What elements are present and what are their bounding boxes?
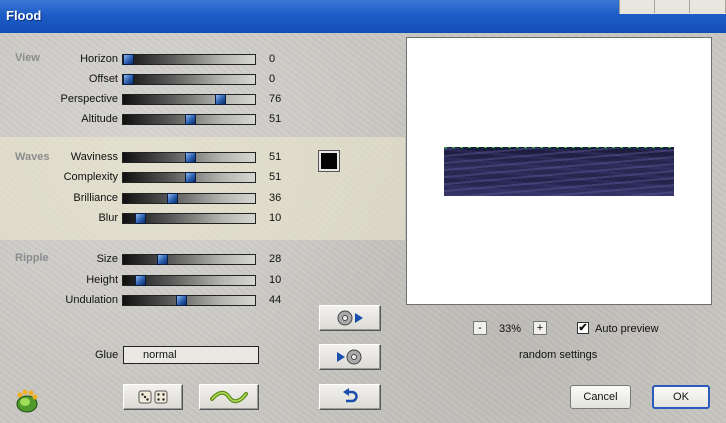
slider-row-perspective: Perspective 76 [0, 90, 400, 108]
random-settings-label: random settings [519, 349, 598, 361]
slider-track-undulation[interactable] [122, 295, 256, 306]
window-title: Flood [6, 8, 42, 23]
slider-track-horizon[interactable] [122, 54, 256, 65]
slider-label: Horizon [80, 53, 118, 65]
slider-thumb[interactable] [215, 94, 226, 105]
zoom-level: 33% [499, 323, 522, 335]
slider-label: Perspective [60, 93, 118, 105]
preview-forward-button[interactable] [319, 305, 381, 331]
slider-value: 51 [269, 113, 282, 125]
dice-icon [138, 390, 168, 404]
slider-track-size[interactable] [122, 254, 256, 265]
slider-track-height[interactable] [122, 275, 256, 286]
slider-track-complexity[interactable] [122, 172, 256, 183]
slider-row-size: Size 28 [0, 250, 400, 268]
auto-preview-checkbox[interactable]: ✔ [577, 322, 589, 334]
auto-preview-label: Auto preview [595, 323, 659, 335]
zoom-out-button[interactable]: - [473, 321, 487, 335]
slider-thumb[interactable] [185, 114, 196, 125]
slider-thumb[interactable] [185, 152, 196, 163]
wave-preset-button[interactable] [199, 384, 259, 410]
reset-button[interactable] [319, 384, 381, 410]
slider-thumb[interactable] [123, 74, 134, 85]
slider-label: Offset [88, 73, 118, 85]
undo-arrow-icon [343, 388, 358, 403]
glue-label: Glue [95, 349, 119, 361]
dialog-body: View Waves Ripple Horizon 0 Offset 0 Perspec… [0, 33, 726, 423]
slider-value: 36 [269, 192, 282, 204]
preview-pane [406, 37, 712, 305]
slider-row-horizon: Horizon 0 [0, 50, 400, 68]
preview-water-image [444, 148, 674, 196]
slider-value: 51 [269, 151, 282, 163]
slider-value: 0 [269, 53, 276, 65]
slider-track-blur[interactable] [122, 213, 256, 224]
background-window-strip [619, 0, 726, 14]
slider-track-offset[interactable] [122, 74, 256, 85]
slider-track-perspective[interactable] [122, 94, 256, 105]
slider-row-complexity: Complexity 51 [0, 168, 400, 186]
randomize-button[interactable] [123, 384, 183, 410]
slider-label: Altitude [81, 113, 118, 125]
cancel-button[interactable]: Cancel [570, 385, 631, 409]
slider-row-offset: Offset 0 [0, 70, 400, 88]
play-back-icon [337, 349, 362, 365]
slider-thumb[interactable] [185, 172, 196, 183]
ok-button[interactable]: OK [652, 385, 710, 409]
slider-thumb[interactable] [135, 213, 146, 224]
flood-logo-icon [14, 388, 40, 414]
glue-select[interactable]: normal [123, 346, 259, 364]
slider-row-height: Height 10 [0, 271, 400, 289]
glue-value: normal [143, 349, 177, 361]
preview-back-button[interactable] [319, 344, 381, 370]
color-swatch[interactable] [318, 150, 340, 172]
slider-track-altitude[interactable] [122, 114, 256, 125]
wave-icon [210, 390, 248, 404]
slider-label: Complexity [63, 171, 118, 183]
slider-row-brilliance: Brilliance 36 [0, 189, 400, 207]
slider-row-altitude: Altitude 51 [0, 110, 400, 128]
slider-thumb[interactable] [157, 254, 168, 265]
slider-value: 0 [269, 73, 276, 85]
title-bar: Flood [0, 0, 726, 33]
slider-row-waviness: Waviness 51 [0, 148, 400, 166]
slider-label: Undulation [65, 294, 118, 306]
slider-label: Height [86, 274, 118, 286]
slider-row-blur: Blur 10 [0, 209, 400, 227]
slider-track-brilliance[interactable] [122, 193, 256, 204]
slider-label: Waviness [70, 151, 118, 163]
slider-value: 44 [269, 294, 282, 306]
slider-value: 28 [269, 253, 282, 265]
slider-thumb[interactable] [135, 275, 146, 286]
slider-value: 76 [269, 93, 282, 105]
play-forward-icon [337, 310, 363, 326]
zoom-in-button[interactable]: + [533, 321, 547, 335]
slider-track-waviness[interactable] [122, 152, 256, 163]
slider-label: Size [96, 253, 118, 265]
slider-label: Brilliance [73, 192, 118, 204]
slider-value: 10 [269, 274, 282, 286]
slider-value: 51 [269, 171, 282, 183]
slider-thumb[interactable] [167, 193, 178, 204]
slider-value: 10 [269, 212, 282, 224]
slider-label: Blur [98, 212, 118, 224]
slider-thumb[interactable] [123, 54, 134, 65]
slider-thumb[interactable] [176, 295, 187, 306]
